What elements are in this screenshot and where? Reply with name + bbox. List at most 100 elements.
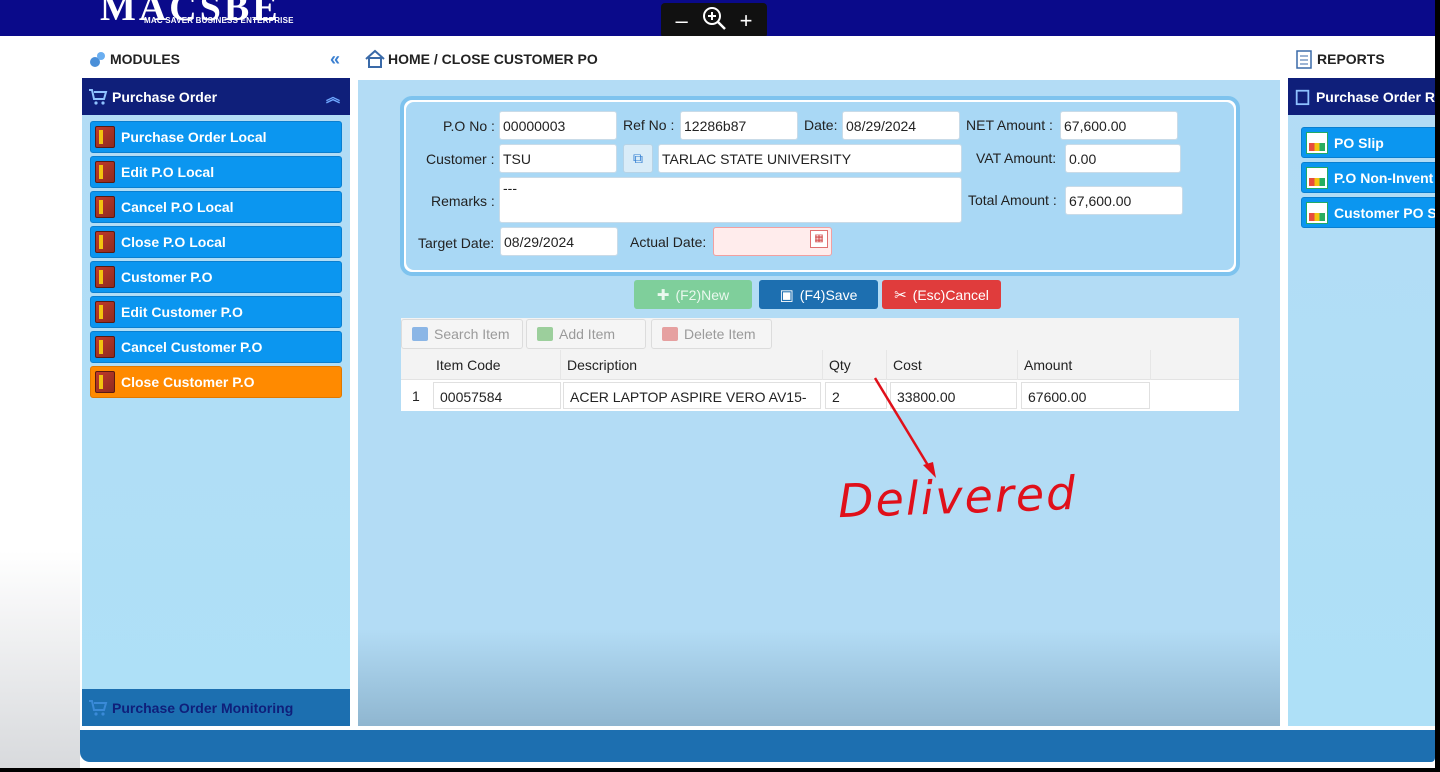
home-icon[interactable] bbox=[364, 48, 386, 70]
menu-label: Purchase Order Local bbox=[121, 129, 267, 145]
po-no-label: P.O No : bbox=[443, 118, 495, 134]
save-button-label: (F4)Save bbox=[799, 286, 858, 303]
zoom-controls: – + bbox=[661, 3, 767, 38]
search-item-button[interactable]: Search Item bbox=[401, 319, 523, 349]
date-label: Date: bbox=[804, 117, 838, 133]
cell-description[interactable]: ACER LAPTOP ASPIRE VERO AV15- bbox=[563, 382, 821, 409]
menu-close-po-local[interactable]: Close P.O Local bbox=[90, 226, 342, 258]
cancel-button-label: (Esc)Cancel bbox=[912, 286, 989, 303]
report-label: P.O Non-Invent bbox=[1334, 169, 1434, 186]
net-amount-label: NET Amount : bbox=[966, 117, 1053, 133]
external-link-icon bbox=[412, 327, 428, 341]
cart-icon bbox=[89, 699, 108, 716]
po-no-field[interactable]: 00000003 bbox=[499, 111, 617, 140]
actual-date-label: Actual Date: bbox=[630, 234, 707, 250]
report-icon bbox=[1296, 50, 1312, 69]
menu-edit-customer-po[interactable]: Edit Customer P.O bbox=[90, 296, 342, 328]
net-amount-field: 67,600.00 bbox=[1060, 111, 1178, 140]
menu-edit-po-local[interactable]: Edit P.O Local bbox=[90, 156, 342, 188]
po-icon bbox=[95, 301, 115, 323]
delete-item-button[interactable]: Delete Item bbox=[651, 319, 772, 349]
customer-code-field[interactable]: TSU bbox=[499, 144, 617, 173]
modules-title: MODULES bbox=[110, 51, 180, 67]
col-amount[interactable]: Amount bbox=[1018, 350, 1151, 380]
zoom-icon[interactable] bbox=[701, 5, 727, 37]
screen-edge bbox=[1435, 0, 1440, 772]
add-item-button[interactable]: Add Item bbox=[526, 319, 646, 349]
menu-customer-po[interactable]: Customer P.O bbox=[90, 261, 342, 293]
menu-purchase-order-local[interactable]: Purchase Order Local bbox=[90, 121, 342, 153]
total-amount-label: Total Amount : bbox=[968, 192, 1057, 208]
po-monitoring-section[interactable]: Purchase Order Monitoring bbox=[82, 689, 350, 726]
reports-section[interactable]: Purchase Order R bbox=[1288, 78, 1435, 115]
menu-label: Cancel P.O Local bbox=[121, 199, 234, 215]
report-po-non-inventory[interactable]: P.O Non-Invent bbox=[1301, 162, 1435, 193]
add-item-label: Add Item bbox=[559, 326, 616, 342]
remarks-label: Remarks : bbox=[431, 193, 495, 209]
purchase-order-section[interactable]: Purchase Order ︽ bbox=[82, 78, 350, 115]
po-icon bbox=[95, 371, 115, 393]
reports-section-title: Purchase Order R bbox=[1315, 88, 1435, 105]
breadcrumb: HOME / CLOSE CUSTOMER PO bbox=[358, 40, 1280, 78]
left-background bbox=[0, 36, 80, 772]
report-customer-po[interactable]: Customer PO S bbox=[1301, 197, 1435, 228]
vat-amount-field: 0.00 bbox=[1065, 144, 1181, 173]
zoom-in-button[interactable]: + bbox=[740, 8, 753, 34]
reports-panel: REPORTS Purchase Order R PO Slip P.O Non… bbox=[1288, 40, 1435, 726]
cell-item-code[interactable]: 00057584 bbox=[433, 382, 561, 409]
app-logo: MACSBE MAC SAVER BUSINESS ENTERPRISE bbox=[100, 0, 330, 34]
chevron-up-icon[interactable]: ︽ bbox=[326, 87, 340, 107]
calendar-icon[interactable]: ▦ bbox=[810, 230, 828, 248]
modules-header: MODULES « bbox=[82, 40, 350, 78]
modules-icon bbox=[90, 52, 105, 67]
cancel-button[interactable]: ✂ (Esc)Cancel bbox=[882, 280, 1001, 309]
menu-close-customer-po[interactable]: Close Customer P.O bbox=[90, 366, 342, 398]
save-button[interactable]: ▣ (F4)Save bbox=[759, 280, 878, 309]
menu-label: Edit Customer P.O bbox=[121, 304, 243, 320]
cell-amount[interactable]: 67600.00 bbox=[1021, 382, 1150, 409]
customer-label: Customer : bbox=[426, 151, 495, 167]
new-button[interactable]: ✚ (F2)New bbox=[634, 280, 752, 309]
remarks-field[interactable]: --- bbox=[499, 177, 962, 223]
report-label: PO Slip bbox=[1334, 134, 1384, 151]
new-button-label: (F2)New bbox=[675, 286, 730, 303]
delete-icon bbox=[662, 327, 678, 341]
reports-header: REPORTS bbox=[1288, 40, 1435, 78]
report-po-slip[interactable]: PO Slip bbox=[1301, 127, 1435, 158]
customer-lookup-button[interactable]: ⧉ bbox=[623, 144, 653, 173]
logo-tagline: MAC SAVER BUSINESS ENTERPRISE bbox=[144, 16, 294, 25]
target-date-field[interactable]: 08/29/2024 bbox=[500, 227, 618, 256]
col-item-code[interactable]: Item Code bbox=[430, 350, 561, 380]
zoom-out-button[interactable]: – bbox=[675, 8, 687, 34]
save-icon: ▣ bbox=[779, 286, 794, 304]
table-row[interactable]: 1 00057584 ACER LAPTOP ASPIRE VERO AV15-… bbox=[401, 380, 1239, 411]
chart-icon bbox=[1306, 166, 1328, 189]
ref-no-label: Ref No : bbox=[623, 117, 675, 133]
po-icon bbox=[95, 196, 115, 218]
customer-name-field: TARLAC STATE UNIVERSITY bbox=[658, 144, 962, 173]
menu-label: Close Customer P.O bbox=[121, 374, 255, 390]
menu-label: Edit P.O Local bbox=[121, 164, 215, 180]
collapse-left-icon[interactable]: « bbox=[330, 49, 340, 70]
scissors-icon: ✂ bbox=[894, 286, 907, 304]
menu-cancel-customer-po[interactable]: Cancel Customer P.O bbox=[90, 331, 342, 363]
top-banner: MACSBE MAC SAVER BUSINESS ENTERPRISE – + bbox=[0, 0, 1440, 38]
ref-no-field[interactable]: 12286b87 bbox=[680, 111, 798, 140]
reports-title: REPORTS bbox=[1317, 51, 1385, 67]
section-title: Purchase Order bbox=[112, 88, 218, 105]
reports-list: PO Slip P.O Non-Invent Customer PO S bbox=[1288, 115, 1435, 228]
date-field[interactable]: 08/29/2024 bbox=[842, 111, 960, 140]
menu-label: Close P.O Local bbox=[121, 234, 226, 250]
report-label: Customer PO S bbox=[1334, 204, 1435, 221]
menu-cancel-po-local[interactable]: Cancel P.O Local bbox=[90, 191, 342, 223]
total-amount-field: 67,600.00 bbox=[1065, 186, 1183, 215]
cart-icon bbox=[89, 88, 108, 105]
po-icon bbox=[95, 336, 115, 358]
po-icon bbox=[95, 126, 115, 148]
menu-label: Cancel Customer P.O bbox=[121, 339, 263, 355]
target-date-label: Target Date: bbox=[418, 235, 495, 251]
grid-header: Item Code Description Qty Cost Amount bbox=[401, 350, 1239, 380]
plus-icon: ✚ bbox=[656, 286, 670, 304]
po-icon bbox=[95, 231, 115, 253]
col-description[interactable]: Description bbox=[561, 350, 823, 380]
